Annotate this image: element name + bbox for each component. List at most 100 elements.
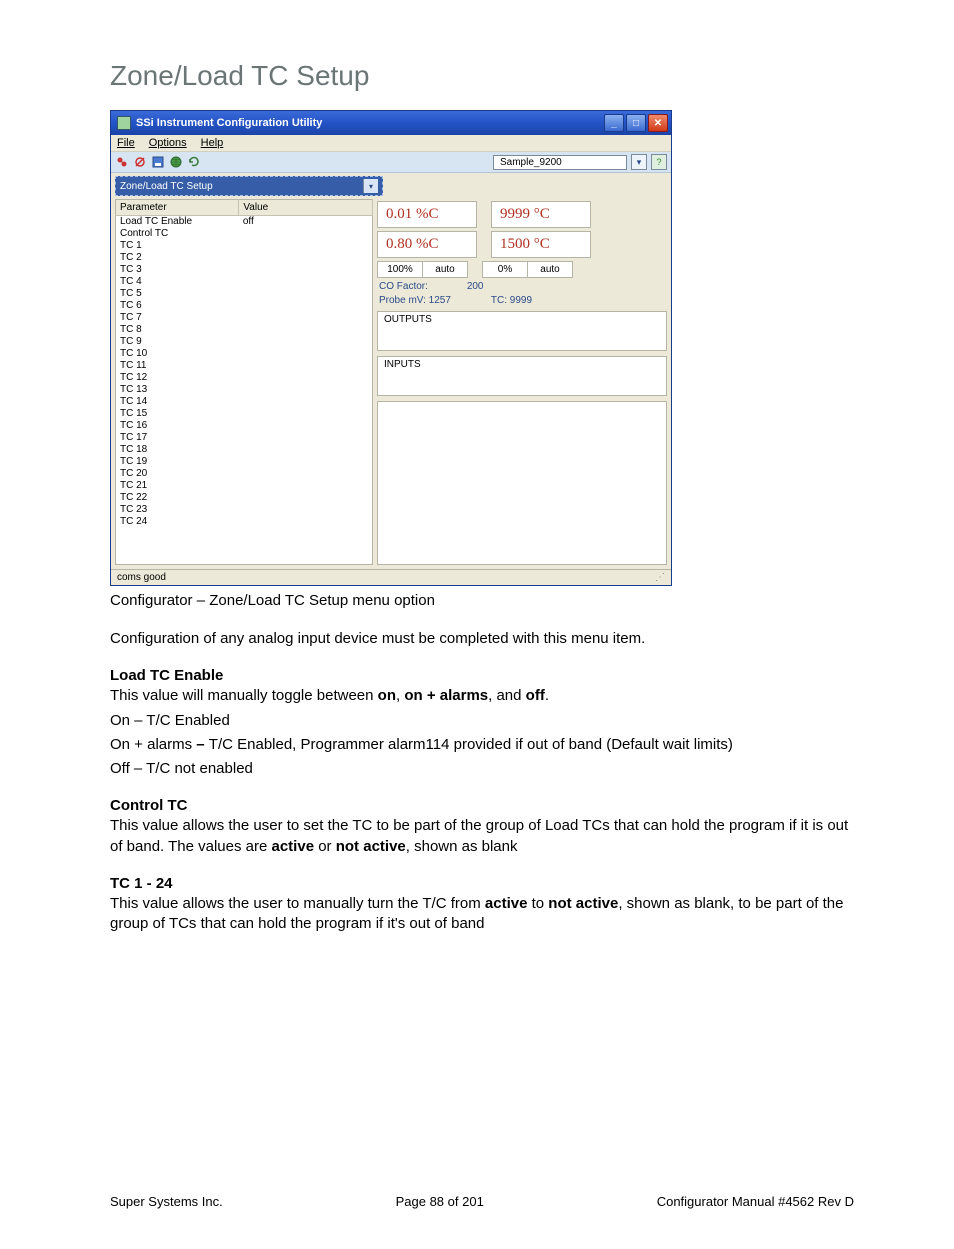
- cell-value: off: [239, 216, 373, 229]
- cell-value: [239, 468, 373, 480]
- heading-control-tc: Control TC: [110, 797, 854, 814]
- menu-options[interactable]: Options: [149, 137, 187, 149]
- heading-load-tc: Load TC Enable: [110, 667, 854, 684]
- cell-value: [239, 312, 373, 324]
- sample-name-box: Sample_9200: [493, 155, 627, 170]
- footer-right: Configurator Manual #4562 Rev D: [657, 1194, 854, 1209]
- refresh-icon[interactable]: [187, 155, 201, 169]
- gauge1-value: 100%: [377, 261, 423, 278]
- cell-parameter: TC 9: [116, 336, 239, 348]
- load-tc-line1: This value will manually toggle between …: [110, 686, 854, 706]
- table-row[interactable]: Load TC Enableoff: [116, 216, 373, 229]
- connect-icon[interactable]: [115, 155, 129, 169]
- disconnect-icon[interactable]: [133, 155, 147, 169]
- cell-parameter: TC 21: [116, 480, 239, 492]
- table-row[interactable]: TC 14: [116, 396, 373, 408]
- table-row[interactable]: TC 2: [116, 252, 373, 264]
- page-title: Zone/Load TC Setup: [110, 60, 854, 92]
- cell-value: [239, 432, 373, 444]
- toolbar-help-button[interactable]: ?: [651, 154, 667, 170]
- table-row[interactable]: TC 18: [116, 444, 373, 456]
- blank-box: [377, 401, 667, 565]
- cell-parameter: TC 5: [116, 288, 239, 300]
- cell-parameter: TC 10: [116, 348, 239, 360]
- table-row[interactable]: TC 8: [116, 324, 373, 336]
- table-row[interactable]: TC 15: [116, 408, 373, 420]
- table-row[interactable]: TC 11: [116, 360, 373, 372]
- cell-value: [239, 228, 373, 240]
- maximize-button[interactable]: □: [626, 114, 646, 132]
- table-row[interactable]: TC 12: [116, 372, 373, 384]
- cell-parameter: TC 3: [116, 264, 239, 276]
- readout-temp-pv: 9999 °C: [491, 201, 591, 228]
- table-row[interactable]: TC 23: [116, 504, 373, 516]
- resize-grip-icon[interactable]: ⋰: [655, 572, 665, 583]
- table-row[interactable]: TC 5: [116, 288, 373, 300]
- col-value[interactable]: Value: [239, 200, 373, 216]
- cell-parameter: TC 6: [116, 300, 239, 312]
- save-icon[interactable]: [151, 155, 165, 169]
- table-row[interactable]: TC 19: [116, 456, 373, 468]
- cell-value: [239, 252, 373, 264]
- load-tc-line3: On + alarms – T/C Enabled, Programmer al…: [110, 735, 854, 755]
- toolbar-dropdown-button[interactable]: ▾: [631, 154, 647, 170]
- load-tc-line4: Off – T/C not enabled: [110, 759, 854, 779]
- cell-value: [239, 516, 373, 528]
- table-row[interactable]: TC 20: [116, 468, 373, 480]
- menu-file[interactable]: File: [117, 137, 135, 149]
- cell-value: [239, 300, 373, 312]
- table-row[interactable]: TC 22: [116, 492, 373, 504]
- window-title: SSi Instrument Configuration Utility: [136, 117, 322, 129]
- cell-value: [239, 276, 373, 288]
- cell-value: [239, 264, 373, 276]
- cell-value: [239, 372, 373, 384]
- globe-icon[interactable]: [169, 155, 183, 169]
- table-row[interactable]: TC 16: [116, 420, 373, 432]
- parameter-table: Parameter Value Load TC EnableoffControl…: [115, 199, 373, 565]
- cell-value: [239, 396, 373, 408]
- close-button[interactable]: ✕: [648, 114, 668, 132]
- table-row[interactable]: TC 13: [116, 384, 373, 396]
- chevron-down-icon[interactable]: ▾: [363, 179, 378, 193]
- cell-parameter: Control TC: [116, 228, 239, 240]
- table-row[interactable]: TC 7: [116, 312, 373, 324]
- cell-parameter: TC 2: [116, 252, 239, 264]
- table-row[interactable]: Control TC: [116, 228, 373, 240]
- info-line-2: Probe mV: 1257 TC: 9999: [377, 295, 667, 306]
- cell-parameter: TC 4: [116, 276, 239, 288]
- intro-text: Configuration of any analog input device…: [110, 629, 854, 649]
- table-row[interactable]: TC 17: [116, 432, 373, 444]
- col-parameter[interactable]: Parameter: [116, 200, 239, 216]
- readout-percent-c-sp: 0.80 %C: [377, 231, 477, 258]
- gauge2-mode: auto: [528, 261, 573, 278]
- readout-temp-sp: 1500 °C: [491, 231, 591, 258]
- table-row[interactable]: TC 24: [116, 516, 373, 528]
- cell-parameter: Load TC Enable: [116, 216, 239, 229]
- minimize-button[interactable]: _: [604, 114, 624, 132]
- table-row[interactable]: TC 10: [116, 348, 373, 360]
- cell-value: [239, 456, 373, 468]
- table-row[interactable]: TC 4: [116, 276, 373, 288]
- inputs-box: INPUTS: [377, 356, 667, 396]
- table-row[interactable]: TC 9: [116, 336, 373, 348]
- footer-left: Super Systems Inc.: [110, 1194, 223, 1209]
- load-tc-line2: On – T/C Enabled: [110, 711, 854, 731]
- view-selector[interactable]: Zone/Load TC Setup ▾: [115, 176, 383, 196]
- cell-value: [239, 240, 373, 252]
- menu-help[interactable]: Help: [201, 137, 224, 149]
- table-row[interactable]: TC 21: [116, 480, 373, 492]
- table-row[interactable]: TC 6: [116, 300, 373, 312]
- cell-parameter: TC 16: [116, 420, 239, 432]
- cell-value: [239, 504, 373, 516]
- gauge1-mode: auto: [423, 261, 468, 278]
- table-row[interactable]: TC 1: [116, 240, 373, 252]
- info-line: CO Factor: 200: [377, 281, 667, 292]
- cell-parameter: TC 18: [116, 444, 239, 456]
- cell-parameter: TC 1: [116, 240, 239, 252]
- toolbar: Sample_9200 ▾ ?: [111, 152, 671, 173]
- cell-value: [239, 444, 373, 456]
- cell-value: [239, 408, 373, 420]
- cell-parameter: TC 7: [116, 312, 239, 324]
- cell-parameter: TC 12: [116, 372, 239, 384]
- table-row[interactable]: TC 3: [116, 264, 373, 276]
